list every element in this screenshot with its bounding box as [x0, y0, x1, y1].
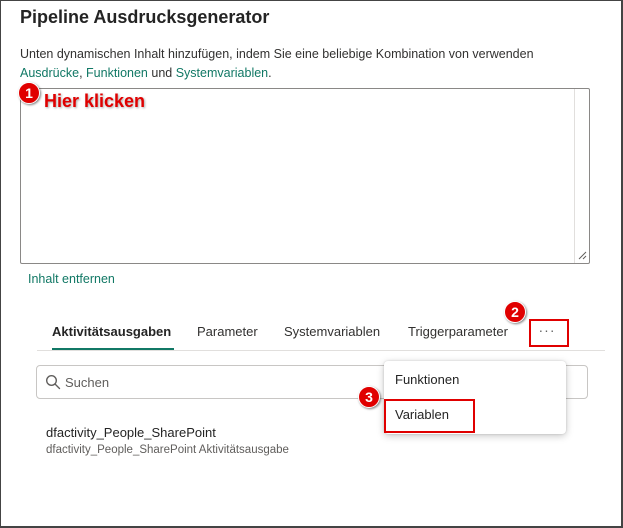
expression-scrollbar[interactable]	[574, 89, 589, 263]
tab-activity-outputs[interactable]: Aktivitätsausgaben	[52, 324, 171, 339]
click-here-callout: Hier klicken	[44, 91, 146, 111]
tab-system-variables[interactable]: Systemvariablen	[284, 324, 380, 339]
remove-content-link[interactable]: Inhalt entfernen	[28, 272, 115, 286]
step-badge-3: 3	[358, 386, 380, 408]
period-text: .	[268, 66, 272, 80]
expression-input[interactable]	[20, 88, 590, 264]
search-input[interactable]	[65, 372, 365, 392]
description-text: Unten dynamischen Inhalt hinzufügen, ind…	[20, 47, 534, 61]
dialog-description: Unten dynamischen Inhalt hinzufügen, ind…	[20, 45, 600, 83]
menu-item-functions[interactable]: Funktionen	[395, 372, 459, 387]
expression-builder-dialog: Pipeline Ausdrucksgenerator Unten dynami…	[0, 0, 623, 528]
expressions-link[interactable]: Ausdrücke	[20, 66, 79, 80]
resize-grip-icon[interactable]	[577, 250, 587, 260]
search-icon	[45, 374, 61, 390]
highlight-more-button	[529, 319, 569, 347]
tab-bar: Aktivitätsausgaben Parameter Systemvaria…	[37, 319, 605, 351]
dialog-title: Pipeline Ausdrucksgenerator	[20, 7, 270, 27]
list-item[interactable]: dfactivity_People_SharePoint dfactivity_…	[46, 425, 289, 456]
step-badge-1: 1	[18, 82, 40, 104]
and-text: und	[151, 66, 173, 80]
step-badge-2: 2	[504, 301, 526, 323]
tab-trigger-parameters[interactable]: Triggerparameter	[408, 324, 508, 339]
list-item-subtitle: dfactivity_People_SharePoint Aktivitätsa…	[46, 444, 289, 456]
list-item-title: dfactivity_People_SharePoint	[46, 425, 216, 440]
functions-link[interactable]: Funktionen	[86, 66, 148, 80]
system-variables-link[interactable]: Systemvariablen	[176, 66, 268, 80]
comma-separator: ,	[79, 66, 83, 80]
active-tab-indicator	[52, 348, 174, 350]
tab-parameters[interactable]: Parameter	[197, 324, 258, 339]
highlight-variables-item	[384, 399, 475, 433]
